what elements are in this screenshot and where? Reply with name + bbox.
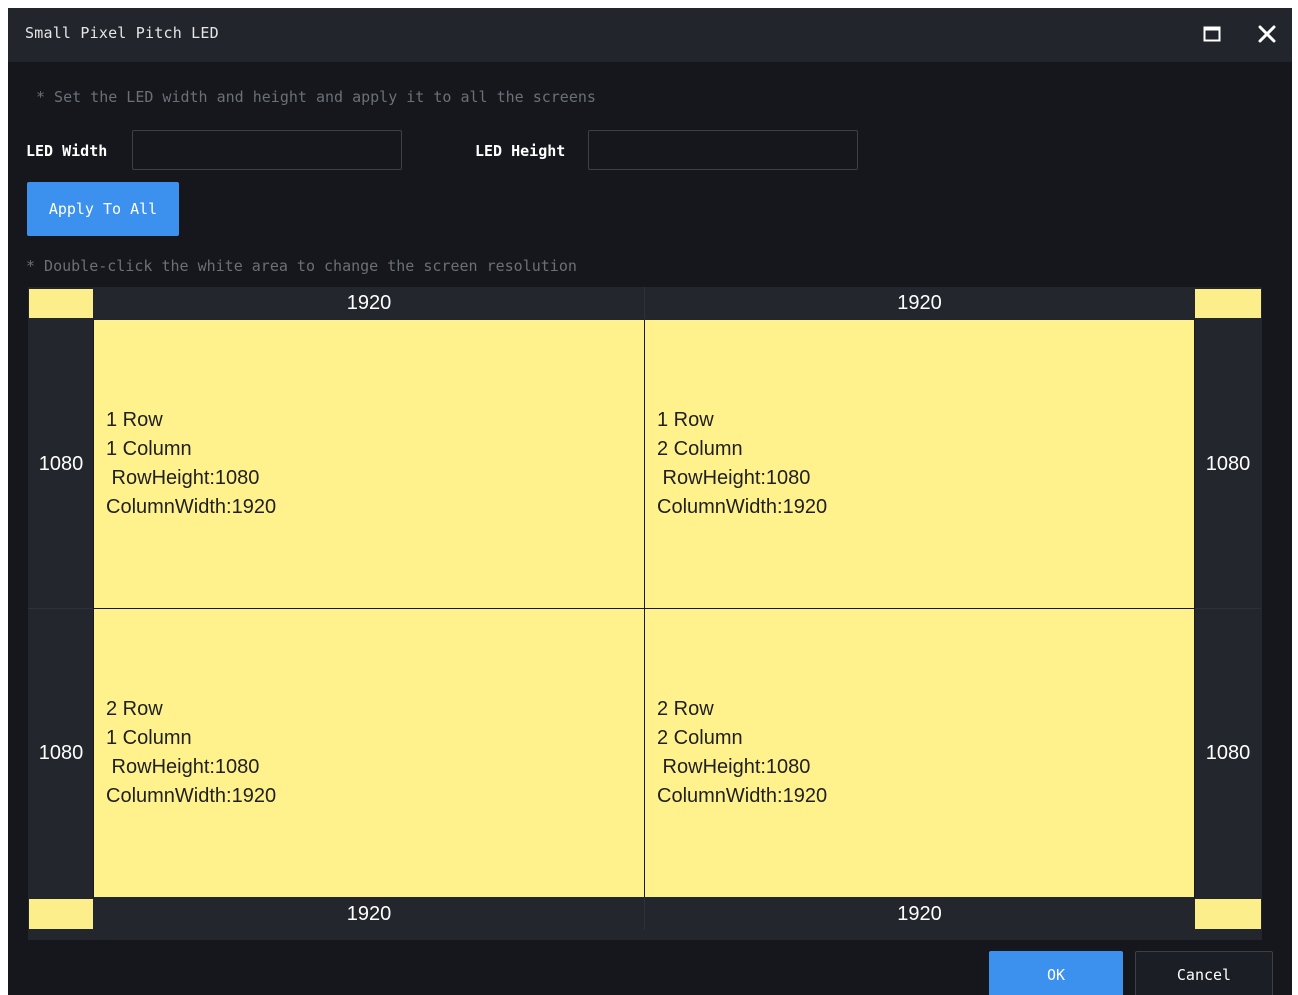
cell-row-height: RowHeight:1080 xyxy=(657,756,811,778)
right-height-2: 1080 xyxy=(1205,741,1251,764)
grid-border-right xyxy=(1194,319,1195,898)
cell-column-width: ColumnWidth:1920 xyxy=(106,496,277,518)
cell-info: 2 Row 2 Column RowHeight:1080 ColumnWidt… xyxy=(657,695,827,811)
cell-column-width: ColumnWidth:1920 xyxy=(106,785,277,807)
top-width-1: 1920 xyxy=(346,291,392,314)
cell-row-label: 1 Row xyxy=(657,409,714,431)
cell-column-label: 1 Column xyxy=(106,438,192,460)
cell-info: 1 Row 2 Column RowHeight:1080 ColumnWidt… xyxy=(657,406,827,522)
cancel-button[interactable]: Cancel xyxy=(1135,951,1273,995)
cell-column-label: 1 Column xyxy=(106,727,192,749)
grid-divider-horizontal xyxy=(94,608,1194,609)
cell-info: 1 Row 1 Column RowHeight:1080 ColumnWidt… xyxy=(106,406,276,522)
led-height-input[interactable] xyxy=(588,130,858,170)
close-button[interactable] xyxy=(1253,20,1281,48)
resolution-hint: * Double-click the white area to change … xyxy=(26,257,577,275)
left-height-1: 1080 xyxy=(38,452,84,475)
bottom-width-2: 1920 xyxy=(897,902,942,925)
led-size-hint: * Set the LED width and height and apply… xyxy=(36,88,596,106)
corner-bottom-left xyxy=(29,899,93,929)
cell-column-label: 2 Column xyxy=(657,727,743,749)
cell-row-label: 2 Row xyxy=(106,698,163,720)
screen-cell-r2-c2[interactable]: 2 Row 2 Column RowHeight:1080 ColumnWidt… xyxy=(645,609,1194,897)
cell-column-label: 2 Column xyxy=(657,438,743,460)
bottom-width-1: 1920 xyxy=(346,902,392,925)
cell-row-label: 2 Row xyxy=(657,698,714,720)
grid-border-left xyxy=(93,319,94,898)
corner-top-left xyxy=(29,289,93,318)
top-width-2: 1920 xyxy=(897,291,942,314)
title-bar: Small Pixel Pitch LED xyxy=(8,8,1292,62)
cell-column-width: ColumnWidth:1920 xyxy=(657,496,828,518)
screen-grid: 1920 1920 1920 1920 1080 1080 1080 1080 … xyxy=(28,287,1262,940)
right-height-1: 1080 xyxy=(1205,452,1251,475)
screen-cell-r1-c2[interactable]: 1 Row 2 Column RowHeight:1080 ColumnWidt… xyxy=(645,320,1194,608)
cell-info: 2 Row 1 Column RowHeight:1080 ColumnWidt… xyxy=(106,695,276,811)
dialog-title: Small Pixel Pitch LED xyxy=(25,24,219,42)
cell-row-height: RowHeight:1080 xyxy=(657,467,811,489)
led-width-label: LED Width xyxy=(26,142,108,160)
cell-row-height: RowHeight:1080 xyxy=(106,756,260,778)
close-icon xyxy=(1258,25,1276,43)
cell-column-width: ColumnWidth:1920 xyxy=(657,785,828,807)
apply-to-all-button[interactable]: Apply To All xyxy=(27,182,179,236)
maximize-icon xyxy=(1203,26,1221,42)
led-width-input[interactable] xyxy=(132,130,402,170)
cell-row-height: RowHeight:1080 xyxy=(106,467,260,489)
led-height-label: LED Height xyxy=(475,142,566,160)
screen-cell-r2-c1[interactable]: 2 Row 1 Column RowHeight:1080 ColumnWidt… xyxy=(94,609,644,897)
left-height-2: 1080 xyxy=(38,741,84,764)
cell-row-label: 1 Row xyxy=(106,409,163,431)
small-pixel-pitch-led-dialog: Small Pixel Pitch LED * Set the LED widt… xyxy=(8,8,1292,995)
screen-cell-r1-c1[interactable]: 1 Row 1 Column RowHeight:1080 ColumnWidt… xyxy=(94,320,644,608)
maximize-button[interactable] xyxy=(1198,20,1226,48)
corner-top-right xyxy=(1195,289,1261,318)
ok-button[interactable]: OK xyxy=(989,951,1123,995)
corner-bottom-right xyxy=(1195,899,1261,929)
